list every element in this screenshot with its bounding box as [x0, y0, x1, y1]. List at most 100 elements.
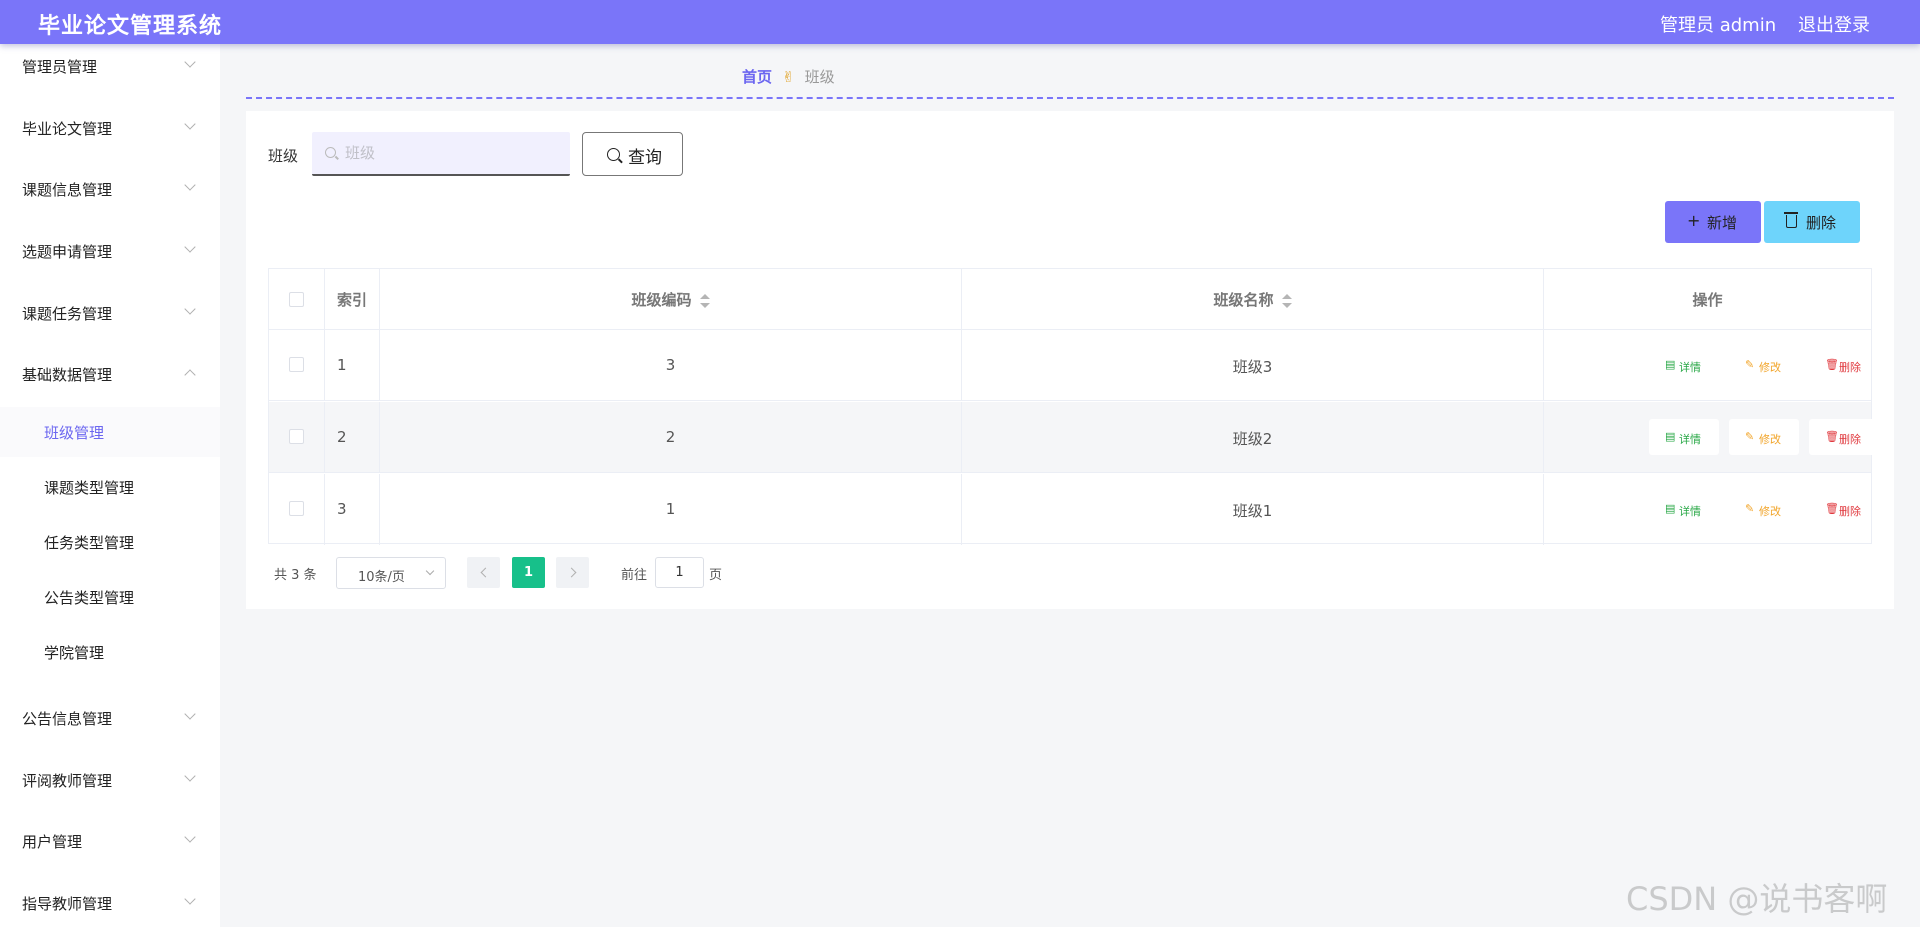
- row-class-code: 3: [665, 356, 676, 374]
- row-class-name: 班级3: [1232, 358, 1273, 376]
- edit-button[interactable]: ✎ 修改: [1729, 347, 1799, 383]
- code-cell: 1: [380, 474, 962, 545]
- next-page-button[interactable]: [556, 557, 589, 588]
- select-all-checkbox[interactable]: [289, 292, 304, 307]
- sidebar-item-thesis[interactable]: 毕业论文管理: [0, 108, 220, 148]
- delete-button-label: 删除: [1806, 214, 1837, 232]
- sidebar-item-label: 课题任务管理: [22, 305, 113, 323]
- sort-icon[interactable]: [1281, 293, 1292, 308]
- code-cell: 2: [380, 402, 962, 472]
- submenu-item-label: 学院管理: [44, 644, 105, 662]
- pagination-total: 共 3 条: [274, 568, 317, 583]
- detail-label: 详情: [1679, 361, 1701, 374]
- prev-page-button[interactable]: [467, 557, 500, 588]
- code-cell: 3: [380, 330, 962, 400]
- sidebar-item-users[interactable]: 用户管理: [0, 821, 220, 861]
- sidebar-item-topic-apply[interactable]: 选题申请管理: [0, 231, 220, 271]
- column-header: 班级编码: [631, 291, 692, 309]
- edit-button[interactable]: ✎ 修改: [1729, 491, 1799, 527]
- page-size-select[interactable]: 10条/页: [336, 557, 446, 589]
- sidebar-item-topic-task[interactable]: 课题任务管理: [0, 293, 220, 333]
- search-field[interactable]: [312, 132, 570, 176]
- detail-label: 详情: [1679, 505, 1701, 518]
- submenu-item-college[interactable]: 学院管理: [0, 627, 220, 677]
- add-button[interactable]: + 新增: [1665, 201, 1761, 243]
- sort-icon[interactable]: [699, 293, 710, 308]
- column-header: 索引: [337, 291, 368, 309]
- remove-label: 删除: [1839, 433, 1861, 446]
- delete-row-button[interactable]: 🗑 删除: [1809, 347, 1879, 383]
- edit-label: 修改: [1759, 361, 1781, 374]
- plus-icon: +: [1687, 211, 1701, 230]
- detail-button[interactable]: ▤ 详情: [1649, 491, 1719, 527]
- breadcrumb-current: 班级: [804, 68, 835, 86]
- breadcrumb: 首页 ✌ 班级: [742, 66, 835, 87]
- page-number-current[interactable]: 1: [512, 557, 545, 588]
- pencil-icon: ✎: [1745, 358, 1755, 371]
- name-cell: 班级2: [962, 402, 1544, 472]
- batch-delete-button[interactable]: 删除: [1764, 201, 1860, 243]
- sidebar-item-label: 用户管理: [22, 833, 83, 851]
- header-class-name[interactable]: 班级名称: [962, 269, 1544, 329]
- document-icon: ▤: [1665, 430, 1676, 443]
- peace-hand-icon: ✌: [782, 68, 795, 86]
- row-checkbox[interactable]: [289, 501, 304, 516]
- goto-label: 前往: [621, 568, 648, 583]
- breadcrumb-home[interactable]: 首页: [742, 68, 772, 86]
- sidebar-item-label: 管理员管理: [22, 58, 98, 76]
- sidebar-item-label: 基础数据管理: [22, 366, 113, 384]
- delete-row-button[interactable]: 🗑 删除: [1809, 419, 1879, 455]
- goto-page-input[interactable]: [655, 557, 704, 588]
- row-checkbox[interactable]: [289, 429, 304, 444]
- query-button[interactable]: 查询: [582, 132, 683, 176]
- edit-button[interactable]: ✎ 修改: [1729, 419, 1799, 455]
- column-header: 操作: [1692, 291, 1723, 309]
- remove-label: 删除: [1839, 505, 1861, 518]
- breadcrumb-divider: [246, 97, 1894, 99]
- row-class-code: 1: [665, 500, 676, 518]
- search-icon: [325, 147, 336, 158]
- index-cell: 2: [325, 402, 380, 472]
- detail-button[interactable]: ▤ 详情: [1649, 419, 1719, 455]
- sidebar-item-notice-info[interactable]: 公告信息管理: [0, 698, 220, 738]
- sidebar-item-reviewer[interactable]: 评阅教师管理: [0, 760, 220, 800]
- column-header: 班级名称: [1213, 291, 1274, 309]
- submenu-item-class[interactable]: 班级管理: [0, 407, 220, 457]
- sidebar-item-base-data[interactable]: 基础数据管理: [0, 354, 220, 394]
- detail-button[interactable]: ▤ 详情: [1649, 347, 1719, 383]
- search-input[interactable]: [345, 142, 555, 164]
- chevron-down-icon: [184, 118, 196, 130]
- pencil-icon: ✎: [1745, 430, 1755, 443]
- trash-icon: [1784, 212, 1798, 228]
- table-row: 1 3 班级3 ▤ 详情 ✎ 修改 🗑 删除: [269, 330, 1871, 401]
- page-size-value: 10条/页: [358, 570, 405, 585]
- sidebar-item-supervisor[interactable]: 指导教师管理: [0, 883, 220, 923]
- search-label: 班级: [268, 147, 299, 165]
- header-actions: 操作: [1544, 269, 1871, 329]
- search-icon: [607, 148, 620, 161]
- table-header: 索引 班级编码 班级名称 操作: [269, 269, 1871, 330]
- submenu-item-label: 班级管理: [44, 424, 105, 442]
- sidebar-item-label: 公告信息管理: [22, 710, 113, 728]
- chevron-down-icon: [184, 56, 196, 68]
- row-index: 1: [337, 356, 347, 374]
- row-checkbox[interactable]: [289, 357, 304, 372]
- edit-label: 修改: [1759, 433, 1781, 446]
- sidebar-item-topic-info[interactable]: 课题信息管理: [0, 169, 220, 209]
- header-class-code[interactable]: 班级编码: [380, 269, 962, 329]
- logout-link[interactable]: 退出登录: [1798, 11, 1870, 37]
- chevron-down-icon: [184, 831, 196, 843]
- delete-row-button[interactable]: 🗑 删除: [1809, 491, 1879, 527]
- chevron-down-icon: [184, 893, 196, 905]
- submenu-item-notice-type[interactable]: 公告类型管理: [0, 572, 220, 622]
- submenu-item-topic-type[interactable]: 课题类型管理: [0, 462, 220, 512]
- app-title: 毕业论文管理系统: [38, 14, 223, 39]
- row-class-name: 班级2: [1232, 430, 1273, 448]
- watermark: CSDN @说书客啊: [1626, 880, 1888, 918]
- submenu-item-task-type[interactable]: 任务类型管理: [0, 517, 220, 567]
- pencil-icon: ✎: [1745, 502, 1755, 515]
- row-index: 2: [337, 428, 347, 446]
- sidebar-item-label: 课题信息管理: [22, 181, 113, 199]
- sidebar-item-admin[interactable]: 管理员管理: [0, 46, 220, 86]
- row-select-cell: [269, 474, 325, 545]
